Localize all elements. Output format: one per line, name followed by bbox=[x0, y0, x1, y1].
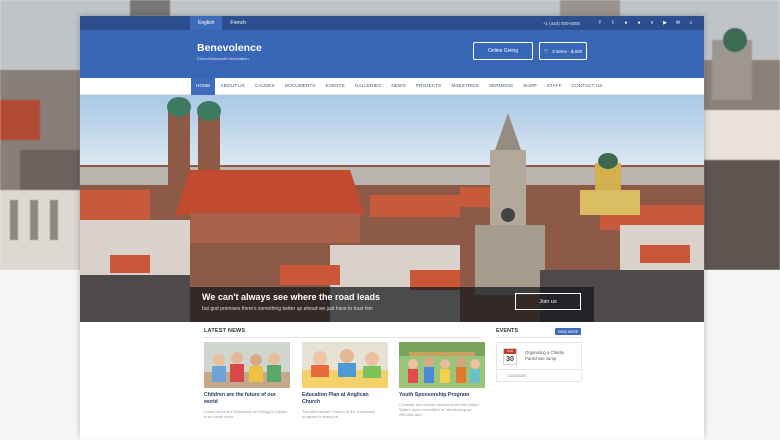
youtube-icon[interactable]: ▶ bbox=[662, 20, 668, 26]
cart-label: 0 items - $.000 bbox=[552, 48, 583, 54]
hero-subtitle: but god promises there's something bette… bbox=[202, 306, 373, 312]
join-us-button[interactable]: Join us bbox=[515, 293, 581, 310]
phone-number: +1 (444) 000-0000 bbox=[542, 20, 580, 26]
news-title[interactable]: Children are the future of our world bbox=[204, 392, 290, 406]
site-logo-title[interactable]: Benevolence bbox=[197, 42, 262, 54]
divider bbox=[204, 337, 480, 338]
language-english[interactable]: English bbox=[190, 16, 223, 30]
news-card[interactable]: Youth Sponsorship Program Christian and … bbox=[399, 342, 485, 417]
nav-ministries[interactable]: MINISTRIES bbox=[446, 78, 483, 95]
nav-news[interactable]: NEWS bbox=[386, 78, 410, 95]
nav-documents[interactable]: DOCUMENTS bbox=[280, 78, 321, 95]
event-day: 30 bbox=[506, 356, 514, 363]
site-header: Benevolence Church/Nonprofit Association… bbox=[80, 30, 704, 78]
email-icon[interactable]: ✉ bbox=[675, 20, 681, 26]
nav-events[interactable]: EVENTS bbox=[321, 78, 350, 95]
news-excerpt: Christian and Jewish leaders from the Un… bbox=[399, 402, 479, 417]
calendar-link[interactable]: CALENDAR bbox=[496, 371, 582, 382]
cart-button[interactable]: 🛒 0 items - $.000 bbox=[539, 42, 587, 60]
site-tagline: Church/Nonprofit Association bbox=[197, 56, 249, 61]
news-card[interactable]: Children are the future of our world Lor… bbox=[204, 342, 290, 419]
view-more-button[interactable]: VIEW MORE bbox=[555, 328, 581, 335]
hero-slider: We can't always see where the road leads… bbox=[80, 95, 704, 322]
pinterest-icon[interactable]: ● bbox=[623, 20, 629, 26]
news-title[interactable]: Education Plan at Anglican Church bbox=[302, 392, 388, 406]
google-plus-icon[interactable]: ● bbox=[636, 20, 642, 26]
nav-galleries[interactable]: GALLERIES bbox=[350, 78, 387, 95]
calendar-date-badge: JUN 30 bbox=[503, 348, 517, 365]
news-image[interactable] bbox=[302, 342, 388, 388]
twitter-icon[interactable]: t bbox=[610, 20, 616, 26]
vimeo-icon[interactable]: v bbox=[649, 20, 655, 26]
news-excerpt: Lorem when the Sanctuary in Kellogg's Ca… bbox=[204, 409, 287, 419]
news-title[interactable]: Youth Sponsorship Program bbox=[399, 392, 485, 399]
cart-icon: 🛒 bbox=[543, 48, 550, 53]
main-navigation: HOME ABOUT US CAUSES DOCUMENTS EVENTS GA… bbox=[80, 77, 704, 95]
top-bar: English French +1 (444) 000-0000 f t ● ●… bbox=[80, 16, 704, 30]
language-french[interactable]: French bbox=[222, 16, 254, 30]
bottom-fade bbox=[0, 430, 780, 440]
nav-contact-us[interactable]: CONTACT US bbox=[567, 78, 608, 95]
nav-staff[interactable]: STAFF bbox=[542, 78, 567, 95]
nav-projects[interactable]: PROJECTS bbox=[411, 78, 447, 95]
online-giving-button[interactable]: Online Giving bbox=[473, 42, 533, 60]
news-card[interactable]: Education Plan at Anglican Church The af… bbox=[302, 342, 388, 419]
latest-news-heading: LATEST NEWS bbox=[204, 328, 246, 334]
news-image[interactable] bbox=[399, 342, 485, 388]
news-image[interactable] bbox=[204, 342, 290, 388]
hero-title: We can't always see where the road leads bbox=[202, 292, 381, 302]
facebook-icon[interactable]: f bbox=[597, 20, 603, 26]
nav-shop[interactable]: SHOP bbox=[518, 78, 542, 95]
website-preview: English French +1 (444) 000-0000 f t ● ●… bbox=[80, 16, 704, 440]
event-title[interactable]: Organising a Charity Parachute Jump bbox=[525, 350, 577, 361]
nav-about-us[interactable]: ABOUT US bbox=[215, 78, 249, 95]
events-heading: EVENTS bbox=[496, 328, 519, 334]
nav-sermons[interactable]: SERMONS bbox=[484, 78, 518, 95]
news-excerpt: The affectionate Church of the Sanctuary… bbox=[302, 409, 375, 419]
content-area: LATEST NEWS Children are the future of o… bbox=[80, 322, 704, 440]
event-item[interactable]: JUN 30 Organising a Charity Parachute Ju… bbox=[496, 342, 582, 370]
nav-causes[interactable]: CAUSES bbox=[250, 78, 280, 95]
nav-home[interactable]: HOME bbox=[191, 77, 216, 95]
search-icon[interactable]: ⌕ bbox=[688, 20, 694, 26]
divider bbox=[496, 337, 582, 338]
